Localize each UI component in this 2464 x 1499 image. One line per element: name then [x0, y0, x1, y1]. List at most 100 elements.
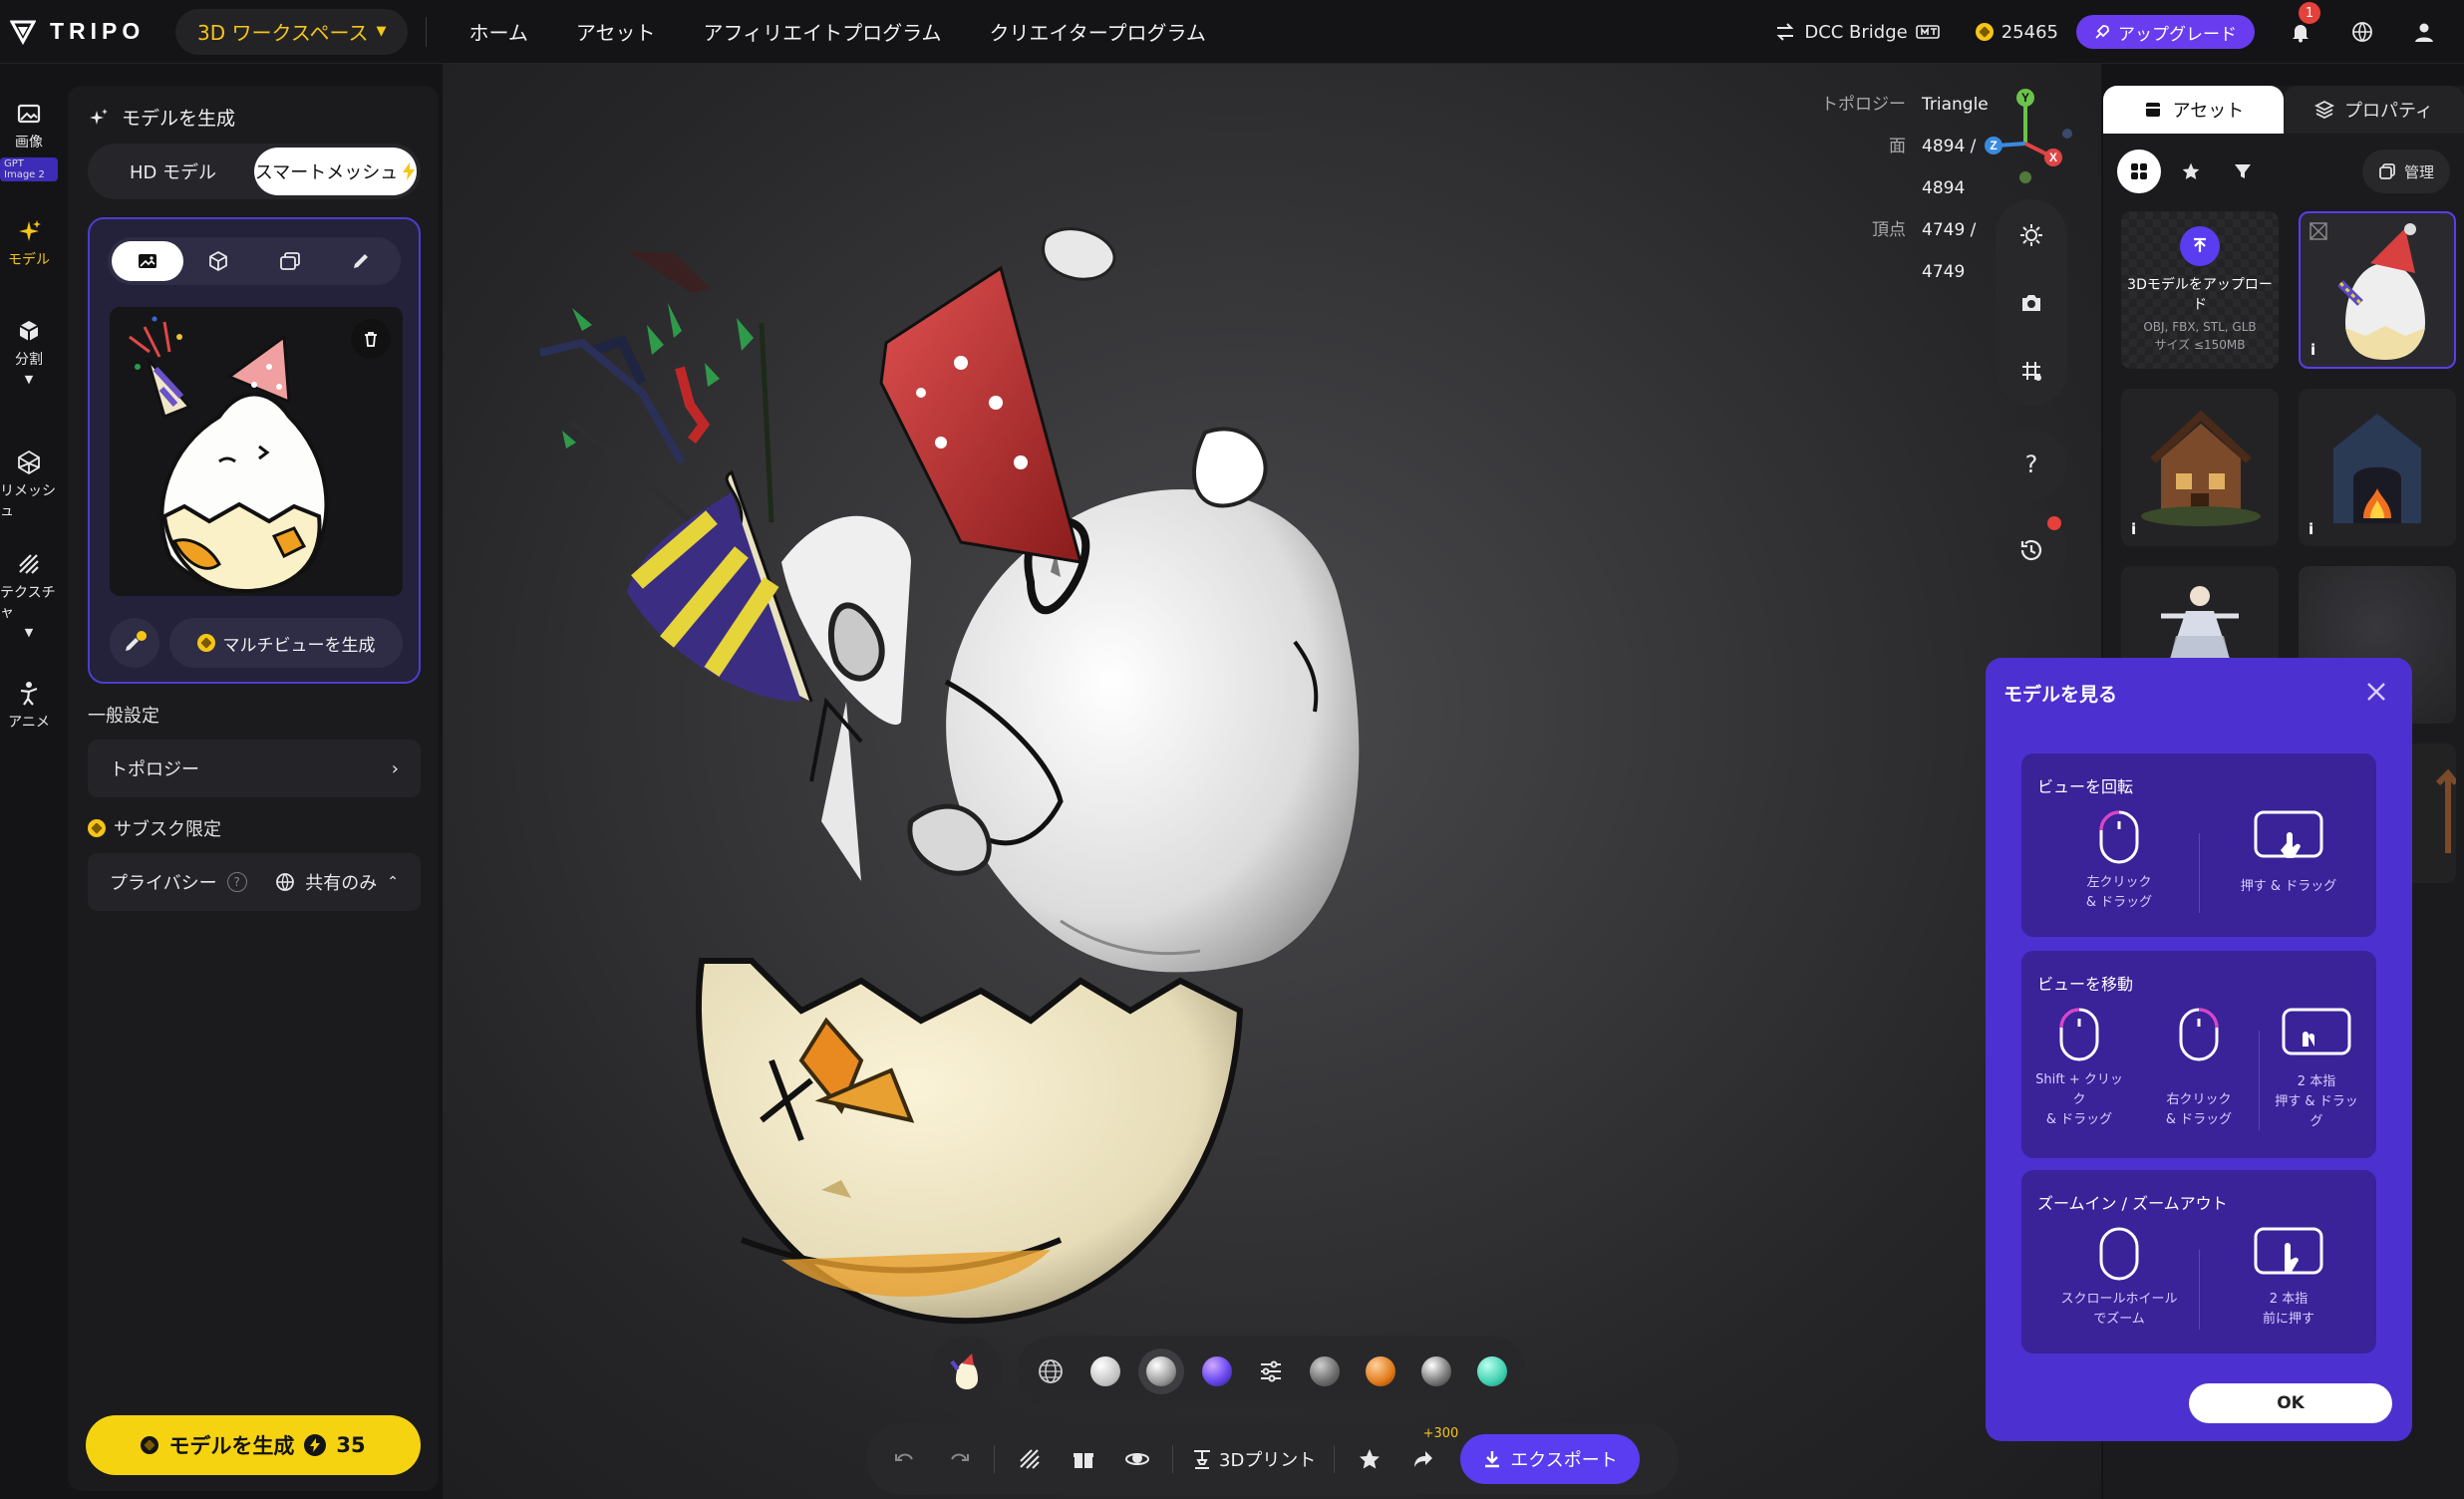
help-button[interactable]: ?	[1996, 429, 2067, 500]
gesture-line1: スクロールホイール	[2060, 1292, 2178, 1307]
info-icon[interactable]: i	[2310, 341, 2315, 359]
nav-affiliate[interactable]: アフィリエイトプログラム	[680, 17, 966, 46]
all-assets-filter[interactable]	[2117, 150, 2161, 193]
workspace-dropdown[interactable]: 3D ワークスペース ▼	[175, 8, 409, 55]
smart-mesh-tab[interactable]: スマートメッシュ	[254, 148, 417, 195]
help-circle-icon[interactable]: ?	[226, 872, 247, 892]
material-bar	[931, 1336, 1527, 1407]
metal-material[interactable]	[1421, 1356, 1451, 1386]
gesture-line2: でズーム	[2093, 1312, 2145, 1327]
rail-split-label: 分割	[15, 352, 43, 368]
clay-material[interactable]	[1146, 1356, 1176, 1386]
retexture-button[interactable]	[1005, 1434, 1055, 1484]
nav-home[interactable]: ホーム	[445, 17, 551, 46]
rail-animate[interactable]: アニメ	[0, 680, 58, 732]
rail-split[interactable]: 分割 ▼	[0, 317, 58, 386]
remesh-icon	[18, 450, 40, 475]
manage-button[interactable]: 管理	[2361, 150, 2450, 193]
asset-tile-chick[interactable]: i	[2299, 211, 2456, 369]
upgrade-button[interactable]: アップグレード	[2076, 15, 2255, 49]
account-button[interactable]	[2402, 10, 2446, 54]
privacy-setting[interactable]: プライバシー ? 共有のみ ⌃	[88, 853, 421, 911]
history-button[interactable]	[1996, 514, 2067, 586]
star-icon	[1360, 1449, 1381, 1469]
favorite-button[interactable]	[1345, 1434, 1394, 1484]
undo-button[interactable]	[880, 1434, 930, 1484]
upload-model-tile[interactable]: 3Dモデルをアップロード OBJ, FBX, STL, GLB サイズ ≤150…	[2121, 211, 2279, 369]
rail-remesh[interactable]: リメッシュ	[0, 449, 58, 520]
rail-model[interactable]: モデル	[0, 217, 58, 269]
language-button[interactable]	[2340, 10, 2384, 54]
uploaded-image-preview[interactable]	[110, 307, 403, 596]
notifications-button[interactable]: 1	[2279, 2, 2322, 54]
rail-texture[interactable]: テクスチャ ▼	[0, 550, 58, 639]
rail-model-label: モデル	[8, 252, 50, 268]
funnel-icon	[2235, 164, 2251, 178]
view-360-button[interactable]	[1112, 1434, 1162, 1484]
premium-coin-icon	[141, 1436, 159, 1454]
close-icon[interactable]	[2362, 678, 2390, 706]
topology-setting[interactable]: トポロジー ›	[88, 740, 421, 797]
hd-model-tab[interactable]: HD モデル	[92, 148, 254, 195]
gesture-line1: 右クリック	[2166, 1092, 2232, 1107]
info-icon[interactable]: i	[2131, 520, 2136, 538]
redo-button[interactable]	[934, 1434, 984, 1484]
grid-toggle-button[interactable]	[2005, 345, 2057, 397]
topology-label: トポロジー	[110, 759, 199, 780]
wireframe-icon[interactable]	[1037, 1357, 1065, 1385]
touchpad-icon	[2254, 810, 2323, 858]
generate-panel: モデルを生成 HD モデル スマートメッシュ マルチビューを生成 一般設定 トポ…	[68, 86, 439, 1491]
logo[interactable]: TRIPO	[0, 18, 169, 45]
filter-button[interactable]	[2221, 150, 2265, 193]
model-thumbnail-button[interactable]	[931, 1336, 1003, 1407]
axis-gizmo[interactable]: Y Z X	[1976, 86, 2075, 185]
generate-multiview-button[interactable]: マルチビューを生成	[169, 618, 403, 668]
credits-display[interactable]: 25465	[1975, 22, 2058, 43]
rotate-title: ビューを回転	[2037, 777, 2134, 796]
ok-button[interactable]: OK	[2189, 1383, 2392, 1423]
nav-assets[interactable]: アセット	[552, 17, 680, 46]
tab-draw[interactable]	[326, 241, 398, 281]
privacy-value-group: 共有のみ ⌃	[275, 869, 399, 895]
gift-button[interactable]	[1059, 1434, 1108, 1484]
gesture-line1: 2 本指	[2269, 1292, 2309, 1307]
delete-image-button[interactable]	[351, 319, 391, 359]
gesture-line2: 押す & ドラッ	[2275, 1094, 2358, 1109]
neg-z-handle[interactable]	[2062, 129, 2072, 139]
sliders-icon[interactable]	[1258, 1358, 1284, 1384]
orbit-icon	[1125, 1453, 1149, 1465]
export-button[interactable]: エクスポート	[1460, 1434, 1640, 1484]
orange-material[interactable]	[1366, 1356, 1395, 1386]
3d-viewport[interactable]: トポロジー Triangle 面 4894 / 4894 頂点 4749 / 4749…	[443, 64, 2101, 1499]
nav-creator[interactable]: クリエイタープログラム	[966, 17, 1230, 46]
gray-material[interactable]	[1310, 1356, 1340, 1386]
edit-image-button[interactable]	[110, 618, 159, 668]
matte-white-material[interactable]	[1090, 1356, 1120, 1386]
rail-image[interactable]: 画像 GPT Image 2	[0, 100, 58, 181]
generate-model-button[interactable]: モデルを生成 35	[86, 1415, 421, 1475]
info-icon[interactable]: i	[2309, 520, 2313, 538]
tab-properties[interactable]: プロパティ	[2284, 86, 2464, 134]
share-arrow-icon	[1414, 1451, 1433, 1467]
tab-assets[interactable]: アセット	[2103, 86, 2284, 134]
star-icon	[2182, 162, 2200, 179]
tab-gallery[interactable]	[254, 241, 326, 281]
favorites-filter[interactable]	[2169, 150, 2213, 193]
viewport-tool-group	[1996, 199, 2067, 407]
lighting-button[interactable]	[2005, 209, 2057, 261]
teal-material[interactable]	[1477, 1356, 1507, 1386]
share-button[interactable]: +300	[1398, 1426, 1458, 1484]
asset-tile-house[interactable]: i	[2121, 389, 2279, 546]
dcc-bridge-button[interactable]: DCC Bridge	[1774, 21, 1940, 43]
asset-tile-fireplace[interactable]: i	[2299, 389, 2456, 546]
neg-y-handle[interactable]	[2019, 171, 2031, 183]
gesture-line1: 押す & ドラッグ	[2240, 879, 2337, 894]
tab-multiview[interactable]	[183, 241, 255, 281]
rotate-left-drag: 左クリック & ドラッグ	[2069, 809, 2169, 913]
screenshot-button[interactable]	[2005, 277, 2057, 329]
normal-material[interactable]	[1202, 1356, 1232, 1386]
3d-print-button[interactable]: 3Dプリント	[1183, 1434, 1324, 1484]
gpt-image-badge: GPT Image 2	[0, 157, 58, 181]
tab-image[interactable]	[112, 241, 183, 281]
gesture-line3: グ	[2310, 1114, 2323, 1129]
